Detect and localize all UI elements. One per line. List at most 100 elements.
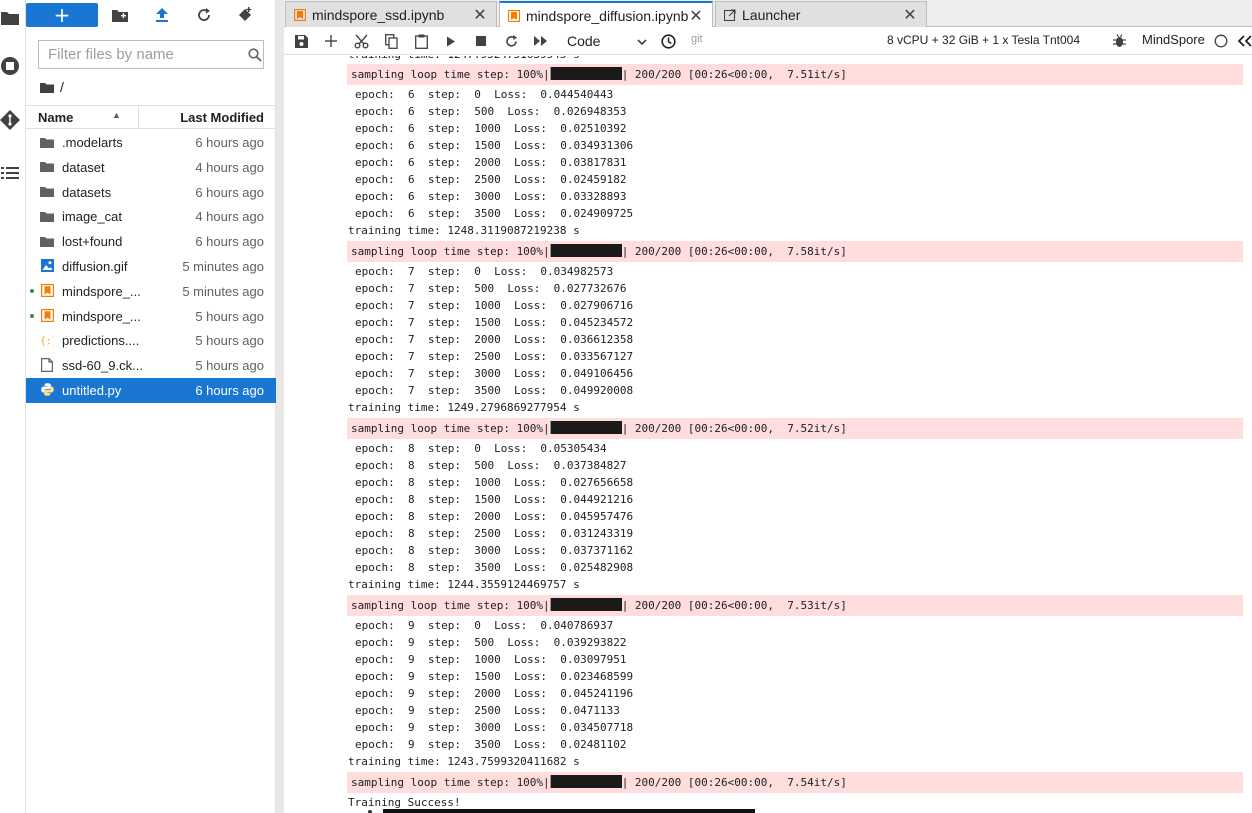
file-row[interactable]: image_cat 4 hours ago (26, 204, 276, 229)
file-row[interactable]: {:} predictions.... 5 hours ago (26, 328, 276, 353)
tab-launcher[interactable]: Launcher ✕ (715, 1, 927, 27)
column-name-header[interactable]: Name (38, 110, 73, 125)
epoch-loss-line: epoch: 6 step: 1500 Loss: 0.034931306 (355, 139, 634, 152)
tab-mindspore-diffusion[interactable]: mindspore_diffusion.ipynb ✕ (499, 1, 713, 28)
close-icon[interactable]: ✕ (472, 5, 488, 25)
panel-splitter[interactable] (276, 0, 284, 813)
progress-prefix: sampling loop time step: 100%| (351, 776, 550, 789)
folder-icon (40, 209, 54, 223)
epoch-loss-line: epoch: 7 step: 1000 Loss: 0.027906716 (355, 299, 634, 312)
new-launcher-button[interactable]: + (26, 3, 98, 27)
epoch-loss-line: epoch: 7 step: 0 Loss: 0.034982573 (355, 265, 614, 278)
stderr-progress-line: sampling loop time step: 100%| | 200/200 … (347, 595, 1243, 616)
epoch-loss-line: epoch: 9 step: 2000 Loss: 0.045241196 (355, 687, 634, 700)
epoch-loss-line: epoch: 9 step: 3000 Loss: 0.034507718 (355, 721, 634, 734)
git-clone-icon[interactable] (235, 5, 255, 25)
tab-label: mindspore_diffusion.ipynb (526, 7, 688, 24)
epoch-loss-line: epoch: 8 step: 2500 Loss: 0.031243319 (355, 527, 634, 540)
progress-bar (549, 244, 622, 257)
kernel-name[interactable]: MindSpore (1142, 32, 1205, 47)
file-row[interactable]: .modelarts 6 hours ago (26, 130, 276, 155)
debugger-icon[interactable] (1110, 32, 1128, 50)
table-of-contents-icon[interactable] (0, 163, 20, 183)
run-icon[interactable] (442, 32, 460, 50)
progress-bar (549, 775, 622, 788)
copy-icon[interactable] (382, 32, 400, 50)
file-row[interactable]: dataset 4 hours ago (26, 155, 276, 180)
file-name: untitled.py (62, 382, 122, 398)
add-cell-icon[interactable] (322, 32, 340, 50)
file-modified: 6 hours ago (195, 184, 264, 200)
epoch-loss-line: epoch: 7 step: 2000 Loss: 0.036612358 (355, 333, 634, 346)
file-modified: 5 hours ago (195, 358, 264, 374)
breadcrumb: / (40, 78, 64, 96)
file-name: datasets (62, 184, 112, 200)
breadcrumb-root[interactable]: / (60, 79, 64, 95)
epoch-loss-line: epoch: 9 step: 3500 Loss: 0.02481102 (355, 738, 627, 751)
progress-prefix: sampling loop time step: 100%| (351, 422, 550, 435)
file-row[interactable]: untitled.py 6 hours ago (26, 377, 276, 403)
epoch-loss-line: epoch: 6 step: 0 Loss: 0.044540443 (355, 88, 614, 101)
share-icon[interactable] (1238, 32, 1252, 50)
cell-output: training time: 1247.9524751639545 ssampl… (284, 56, 1252, 813)
file-modified: 5 hours ago (195, 308, 264, 324)
git-diff-label[interactable]: git (691, 33, 703, 45)
git-icon[interactable] (0, 110, 20, 130)
notebook-icon (508, 9, 520, 22)
folder-icon (40, 185, 54, 199)
file-row[interactable]: diffusion.gif 5 minutes ago (26, 254, 276, 279)
progress-suffix: | 200/200 [00:26<00:00, 7.58it/s] (621, 245, 847, 258)
file-name: .modelarts (62, 135, 123, 150)
stop-icon[interactable] (472, 32, 490, 50)
column-divider (138, 106, 139, 128)
image-file-icon (40, 259, 54, 273)
cell-type-select[interactable]: Code (567, 31, 647, 51)
upload-icon[interactable] (152, 5, 172, 25)
paste-icon[interactable] (412, 32, 430, 50)
epoch-loss-line: epoch: 8 step: 3500 Loss: 0.025482908 (355, 561, 634, 574)
file-filter-box (38, 40, 264, 69)
file-modified: 6 hours ago (195, 234, 264, 250)
clock-icon[interactable] (659, 32, 677, 50)
column-modified-header[interactable]: Last Modified (180, 110, 264, 125)
file-row[interactable]: ssd-60_9.ck... 5 hours ago (26, 353, 276, 378)
file-name: image_cat (62, 209, 122, 225)
refresh-icon[interactable] (194, 5, 214, 25)
file-modified: 4 hours ago (195, 159, 264, 175)
running-indicator (30, 288, 34, 293)
save-icon[interactable] (292, 32, 310, 50)
close-icon[interactable]: ✕ (688, 6, 704, 26)
folder-icon[interactable] (0, 7, 20, 27)
file-filter-input[interactable] (39, 41, 247, 68)
file-row[interactable]: lost+found 6 hours ago (26, 229, 276, 254)
progress-prefix: sampling loop time step: 100%| (351, 68, 550, 81)
file-row[interactable]: mindspore_... 5 minutes ago (26, 279, 276, 304)
search-icon[interactable] (247, 47, 263, 62)
cut-icon[interactable] (352, 32, 370, 50)
file-row[interactable]: mindspore_... 5 hours ago (26, 304, 276, 329)
file-modified: 5 minutes ago (182, 283, 264, 299)
restart-kernel-icon[interactable] (502, 32, 520, 50)
progress-prefix: sampling loop time step: 100%| (351, 245, 550, 258)
tab-mindspore-ssd[interactable]: mindspore_ssd.ipynb ✕ (285, 1, 497, 27)
epoch-loss-line: epoch: 6 step: 500 Loss: 0.026948353 (355, 105, 627, 118)
new-folder-icon[interactable] (110, 5, 130, 25)
epoch-loss-line: epoch: 7 step: 3000 Loss: 0.049106456 (355, 367, 634, 380)
file-name: diffusion.gif (62, 258, 128, 274)
progress-suffix: | 200/200 [00:26<00:00, 7.51it/s] (621, 68, 847, 81)
file-modified: 5 minutes ago (182, 258, 264, 274)
close-icon[interactable]: ✕ (902, 5, 918, 25)
file-name: mindspore_... (62, 308, 141, 324)
tab-label: mindspore_ssd.ipynb (312, 6, 445, 23)
training-time-line: training time: 1244.3559124469757 s (348, 578, 580, 591)
progress-bar (549, 421, 622, 434)
file-name: lost+found (62, 234, 123, 250)
progress-bar (549, 598, 622, 611)
run-all-icon[interactable] (532, 32, 550, 50)
resource-indicator: 8 vCPU + 32 GiB + 1 x Tesla Tnt004 (887, 33, 1080, 47)
running-kernels-icon[interactable] (0, 56, 20, 76)
progress-suffix: | 200/200 [00:26<00:00, 7.54it/s] (621, 776, 847, 789)
home-folder-icon[interactable] (40, 82, 54, 93)
json-file-icon: {:} (40, 333, 54, 347)
file-row[interactable]: datasets 6 hours ago (26, 180, 276, 205)
